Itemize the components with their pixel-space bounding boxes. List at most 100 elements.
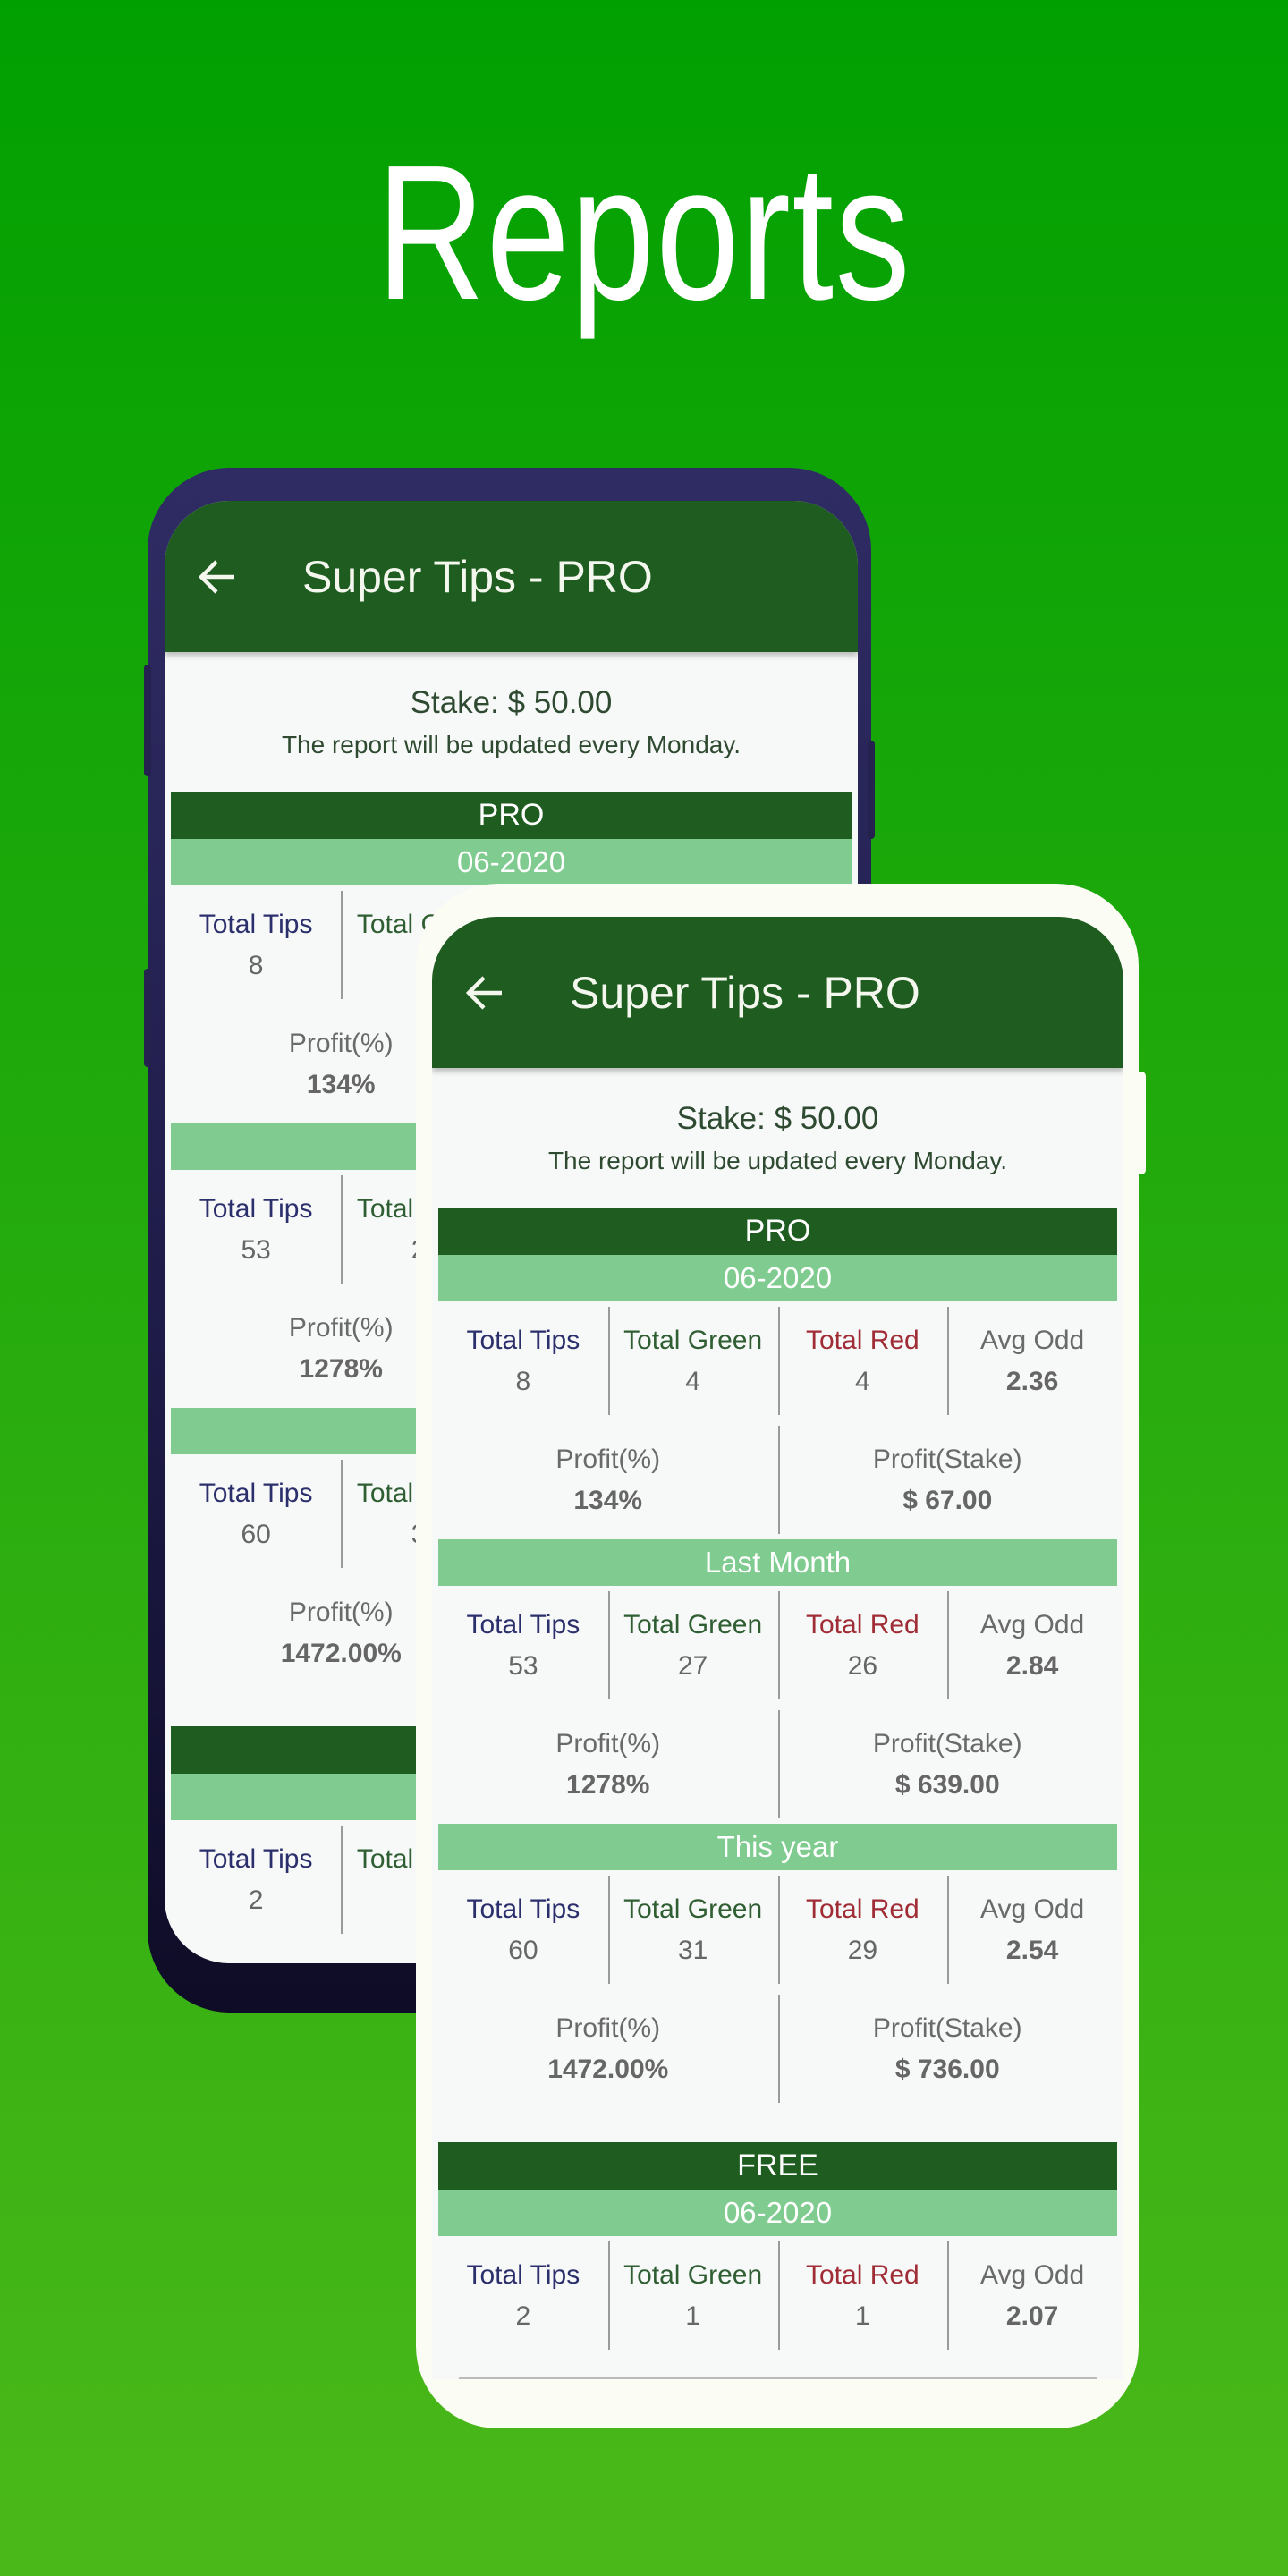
phone-side-button (144, 665, 151, 776)
stat-value: 2 (248, 1885, 264, 1915)
update-notice: The report will be updated every Monday. (547, 1147, 1008, 1174)
stat-profit-stake: Profit(Stake) $ 67.00 (777, 1420, 1118, 1539)
stat-profit-stake: Profit(Stake) $ 639.00 (777, 1705, 1118, 1824)
stat-value: $ 639.00 (894, 1770, 1000, 1800)
phone-side-button (144, 969, 151, 1067)
stat-value: 31 (677, 1936, 708, 1965)
stat-value: $ 67.00 (902, 1486, 993, 1515)
stat-avg-odd: Avg Odd 2.84 (947, 1586, 1117, 1705)
stat-total-tips: Total Tips 53 (171, 1170, 341, 1289)
report-table: PRO06-2020Total Tips8Total Green4Total R… (438, 1208, 1117, 2355)
stat-value: $ 736.00 (894, 2055, 1000, 2084)
back-button[interactable] (466, 975, 504, 1011)
stat-label: Total Green (623, 2260, 763, 2290)
stat-total-green: Total Green 4 (607, 1301, 778, 1420)
stat-total-red: Total Red 1 (777, 2236, 948, 2355)
stat-label: Total Tips (466, 2260, 580, 2290)
arrow-left-icon (199, 559, 236, 595)
stat-total-tips: Total Tips 60 (438, 1870, 608, 1989)
stat-label: Profit(Stake) (872, 2013, 1022, 2043)
stat-label: Avg Odd (980, 2260, 1085, 2290)
stat-value: 1472.00% (547, 2055, 669, 2084)
stat-total-tips: Total Tips 60 (171, 1454, 341, 1573)
stat-label: Total Tips (199, 910, 313, 939)
stat-label: Total Tips (199, 1479, 313, 1508)
stat-value: 2.84 (1005, 1651, 1059, 1681)
phone-screen: Super Tips - PRO Stake: $ 50.00 The report… (432, 917, 1123, 2379)
stat-label: Total Tips (466, 1894, 580, 1924)
report-info: Stake: $ 50.00 The report will be updated… (165, 684, 858, 761)
stat-value: 1 (855, 2301, 870, 2331)
stat-label: Total Red (806, 1326, 919, 1355)
stat-label: Total Tips (466, 1610, 580, 1640)
app-bar: Super Tips - PRO (432, 917, 1123, 1068)
stat-value: 4 (685, 1367, 700, 1396)
stat-avg-odd: Avg Odd 2.54 (947, 1870, 1117, 1989)
stat-profit-pct: Profit(%) 1472.00% (438, 1989, 778, 2108)
stat-label: Total Green (623, 1894, 763, 1924)
phone-side-button (868, 741, 875, 839)
app-title: Super Tips - PRO (302, 551, 653, 602)
stat-label: Avg Odd (980, 1326, 1085, 1355)
stat-label: Total Green (623, 1610, 763, 1640)
stat-label: Profit(Stake) (872, 1729, 1022, 1758)
stats-row: Total Tips 8 Total Green 4 Total Red 4 Avg Odd… (438, 1301, 1117, 1420)
stat-value: 1278% (566, 1770, 650, 1800)
stats-row: Total Tips 60 Total Green 31 Total Red 29 Avg … (438, 1870, 1117, 1989)
stat-value: 27 (677, 1651, 708, 1681)
stat-label: Profit(%) (555, 1729, 661, 1758)
stat-total-tips: Total Tips 2 (171, 1820, 341, 1939)
stat-value: 53 (508, 1651, 538, 1681)
stat-total-red: Total Red 26 (777, 1586, 948, 1705)
update-notice: The report will be updated every Monday. (281, 731, 741, 758)
stat-label: Total Red (806, 2260, 919, 2290)
stat-total-red: Total Red 4 (777, 1301, 948, 1420)
stat-value: 60 (508, 1936, 538, 1965)
page-headline: Reports (376, 124, 912, 340)
stat-label: Total Tips (199, 1194, 313, 1224)
stat-avg-odd: Avg Odd 2.07 (947, 2236, 1117, 2355)
stat-total-red: Total Red 29 (777, 1870, 948, 1989)
stat-value: 1 (685, 2301, 700, 2331)
stat-value: 53 (241, 1235, 271, 1265)
group-title: FREE (438, 2142, 1117, 2190)
report-info: Stake: $ 50.00 The report will be updated… (432, 1100, 1123, 1177)
stat-value: 29 (847, 1936, 878, 1965)
stat-value: 8 (248, 951, 264, 980)
stat-label: Profit(%) (555, 1445, 661, 1474)
period-header: This year (438, 1824, 1117, 1870)
stat-label: Total Tips (199, 1844, 313, 1874)
stats-row: Total Tips 53 Total Green 27 Total Red 26 Avg … (438, 1586, 1117, 1705)
arrow-left-icon (466, 975, 504, 1011)
stat-value: 2 (515, 2301, 531, 2331)
divider (459, 2377, 1097, 2379)
stat-label: Total Red (806, 1610, 919, 1640)
stat-total-tips: Total Tips 53 (438, 1586, 608, 1705)
stat-label: Profit(Stake) (872, 1445, 1022, 1474)
stat-total-green: Total Green 31 (607, 1870, 778, 1989)
stat-label: Avg Odd (980, 1894, 1085, 1924)
stat-avg-odd: Avg Odd 2.36 (947, 1301, 1117, 1420)
stat-profit-stake: Profit(Stake) $ 736.00 (777, 1989, 1118, 2108)
profit-row: Profit(%) 1278% Profit(Stake) $ 639.00 (438, 1705, 1117, 1824)
period-header: Last Month (438, 1539, 1117, 1586)
app-bar: Super Tips - PRO (165, 501, 858, 652)
front-phone-mockup: Super Tips - PRO Stake: $ 50.00 The report… (416, 884, 1146, 2428)
phone-side-button (1137, 1072, 1146, 1174)
stat-label: Total Red (806, 1894, 919, 1924)
group-title: PRO (438, 1208, 1117, 1255)
period-header: 06-2020 (171, 839, 852, 886)
period-header: 06-2020 (438, 1255, 1117, 1301)
profit-row: Profit(%) 134% Profit(Stake) $ 67.00 (438, 1420, 1117, 1539)
stat-value: 2.36 (1005, 1367, 1059, 1396)
stat-label: Total Green (623, 1326, 763, 1355)
stat-value: 134% (573, 1486, 643, 1515)
stat-value: 26 (847, 1651, 878, 1681)
stake-text: Stake: $ 50.00 (410, 685, 613, 720)
stat-total-green: Total Green 1 (607, 2236, 778, 2355)
stat-value: 60 (241, 1520, 271, 1549)
stat-value: 2.07 (1005, 2301, 1059, 2331)
stat-total-tips: Total Tips 2 (438, 2236, 608, 2355)
back-button[interactable] (199, 559, 236, 595)
